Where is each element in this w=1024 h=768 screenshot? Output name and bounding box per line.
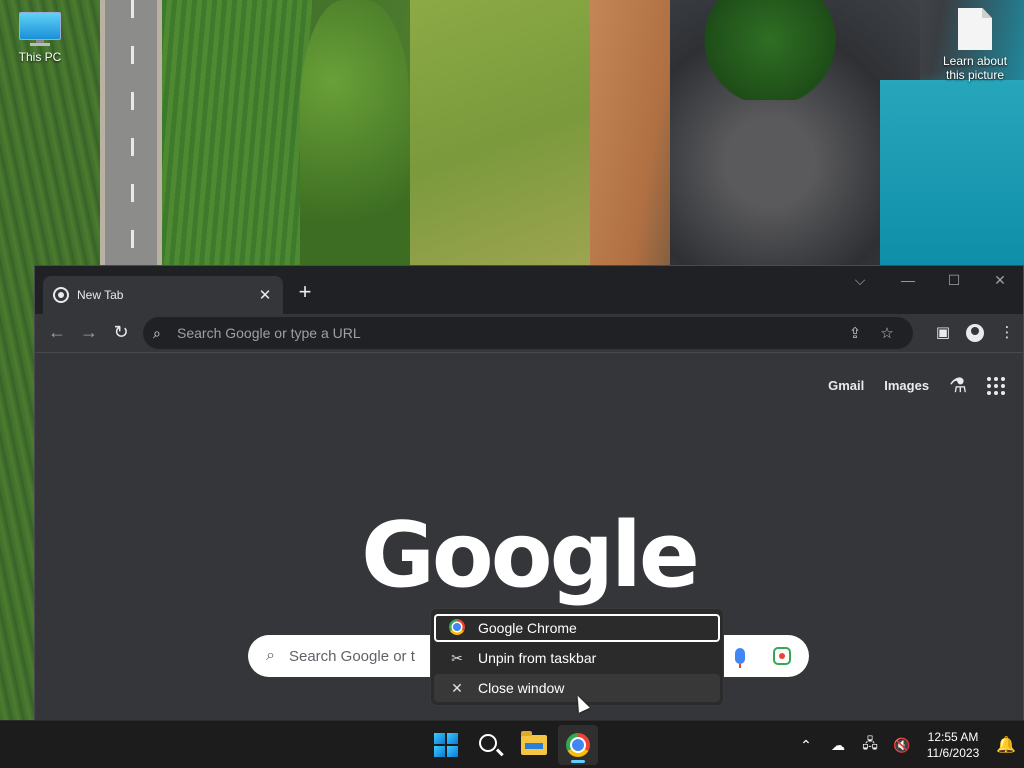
- address-bar[interactable]: ⌕ Search Google or type a URL ⇪ ☆: [143, 317, 913, 349]
- network-icon[interactable]: 🖧: [854, 733, 886, 757]
- images-link[interactable]: Images: [884, 378, 929, 393]
- new-tab-button[interactable]: +: [291, 279, 319, 307]
- system-tray: ⌃ ☁ 🖧 🔇 12:55 AM 11/6/2023 🔔: [790, 721, 1024, 768]
- desktop-icon-label: Learn about this picture: [942, 54, 1008, 82]
- notifications-bell-icon[interactable]: 🔔: [988, 735, 1024, 755]
- taskbar-file-explorer[interactable]: [514, 725, 554, 765]
- google-logo: Google: [361, 503, 700, 608]
- wallpaper-road: [100, 0, 162, 270]
- desktop-icon-label: This PC: [18, 50, 62, 64]
- desktop-icon-learn-about-picture[interactable]: Learn about this picture: [935, 8, 1015, 82]
- address-bar-placeholder: Search Google or type a URL: [177, 325, 361, 341]
- chrome-icon: [566, 733, 590, 757]
- wallpaper-sea: [880, 80, 1024, 270]
- jump-list-label: Unpin from taskbar: [478, 650, 597, 666]
- labs-flask-icon[interactable]: ⚗: [949, 373, 967, 398]
- jump-list-item-unpin[interactable]: ✂ Unpin from taskbar: [434, 644, 720, 672]
- bookmark-star-icon[interactable]: ☆: [871, 324, 903, 342]
- side-panel-icon[interactable]: ▣: [927, 317, 959, 349]
- tab-close-icon[interactable]: ✕: [257, 286, 273, 304]
- show-hidden-icons-chevron-icon[interactable]: ⌃: [790, 737, 822, 754]
- monitor-icon: [19, 12, 61, 46]
- menu-kebab-icon[interactable]: ⋮: [991, 317, 1023, 349]
- close-icon: ✕: [451, 679, 463, 696]
- reload-button[interactable]: ↻: [105, 317, 137, 349]
- search-icon: ⌕: [153, 324, 161, 341]
- wallpaper-trees: [700, 0, 840, 100]
- windows-logo-icon: [434, 733, 458, 757]
- google-lens-icon[interactable]: [773, 647, 791, 665]
- jump-list-label: Close window: [478, 680, 565, 696]
- clock[interactable]: 12:55 AM 11/6/2023: [920, 729, 986, 761]
- desktop-icon-this-pc[interactable]: This PC: [0, 12, 80, 64]
- browser-toolbar: ← → ↻ ⌕ Search Google or type a URL ⇪ ☆ …: [35, 314, 1023, 352]
- search-icon: ⌕: [266, 647, 275, 664]
- tab-new-tab[interactable]: New Tab ✕: [43, 276, 283, 314]
- unpin-icon: ✂: [451, 649, 463, 666]
- google-apps-icon[interactable]: [987, 376, 1005, 395]
- voice-search-icon[interactable]: [735, 648, 745, 668]
- share-icon[interactable]: ⇪: [839, 324, 871, 342]
- volume-muted-icon[interactable]: 🔇: [886, 737, 918, 754]
- gmail-link[interactable]: Gmail: [828, 378, 864, 393]
- folder-icon: [521, 731, 547, 755]
- maximize-button[interactable]: ☐: [931, 266, 977, 296]
- search-icon: [479, 734, 497, 752]
- clock-date: 11/6/2023: [926, 746, 980, 760]
- onedrive-icon[interactable]: ☁: [822, 737, 854, 754]
- jump-list-label: Google Chrome: [478, 620, 577, 636]
- taskbar-jump-list: Google Chrome ✂ Unpin from taskbar ✕ Clo…: [430, 608, 724, 706]
- minimize-button[interactable]: —: [885, 266, 931, 296]
- taskbar-google-chrome[interactable]: [558, 725, 598, 765]
- taskbar-search-button[interactable]: [470, 725, 510, 765]
- forward-button[interactable]: →: [73, 317, 105, 349]
- start-button[interactable]: [426, 725, 466, 765]
- chrome-favicon-icon: [53, 287, 69, 303]
- active-indicator: [571, 760, 585, 763]
- chrome-icon: [448, 618, 466, 638]
- profile-avatar-icon[interactable]: [966, 324, 984, 342]
- jump-list-item-google-chrome[interactable]: Google Chrome: [434, 614, 720, 642]
- taskbar: ⌃ ☁ 🖧 🔇 12:55 AM 11/6/2023 🔔: [0, 720, 1024, 768]
- wallpaper-hedge: [300, 0, 410, 270]
- back-button[interactable]: ←: [41, 317, 73, 349]
- title-bar: New Tab ✕ + ⌵ — ☐ ✕: [35, 266, 1023, 314]
- tab-title: New Tab: [77, 288, 124, 302]
- clock-time: 12:55 AM: [927, 730, 979, 744]
- document-icon: [958, 8, 992, 50]
- close-window-button[interactable]: ✕: [977, 266, 1023, 296]
- tab-search-button[interactable]: ⌵: [837, 266, 883, 296]
- wallpaper-field: [162, 0, 312, 270]
- wallpaper-meadow: [410, 0, 610, 270]
- ntp-header-links: Gmail Images ⚗: [828, 373, 1005, 398]
